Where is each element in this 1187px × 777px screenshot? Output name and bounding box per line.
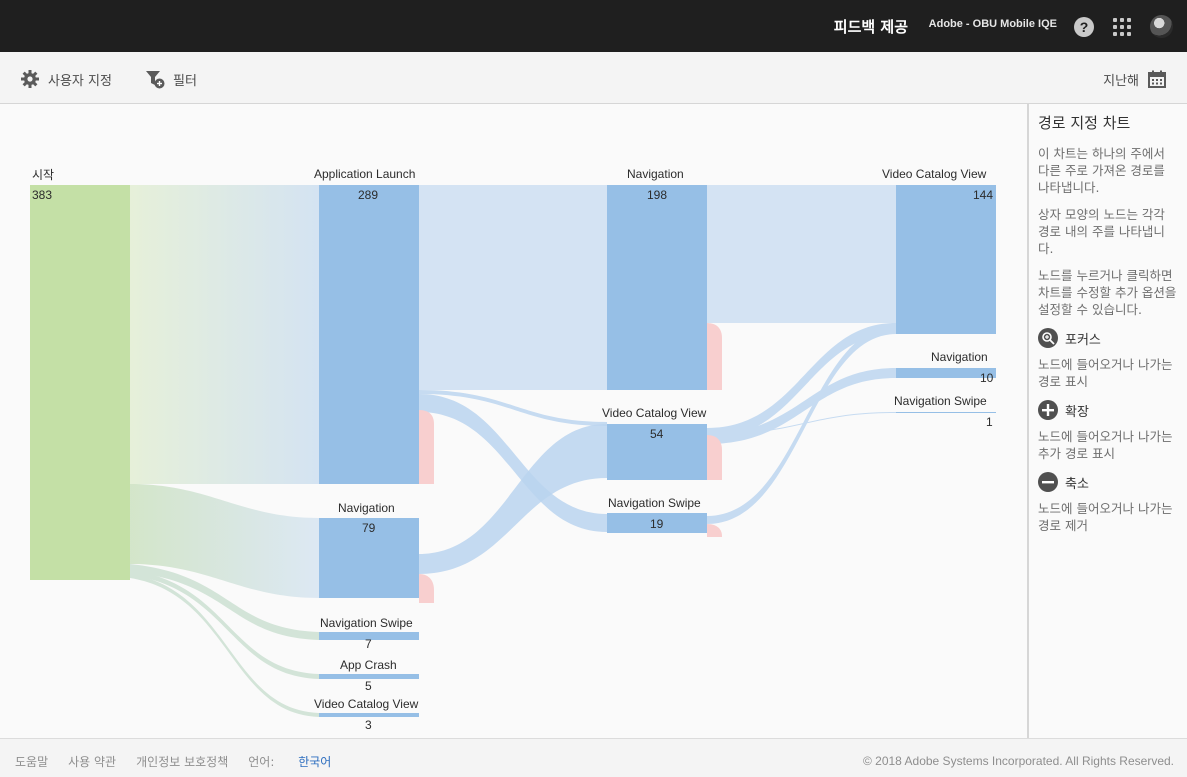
flow-navigation-video-catalog-view[interactable] bbox=[707, 185, 896, 323]
node-count-navigation-swipe-col2: 7 bbox=[365, 637, 372, 651]
help-link[interactable]: 도움말 bbox=[15, 753, 48, 770]
node-count-application-launch: 289 bbox=[358, 188, 379, 202]
zoom-icon bbox=[1038, 328, 1058, 348]
node-label-start: 시작 bbox=[32, 168, 55, 182]
node-count-navigation-swipe-col3: 19 bbox=[650, 517, 664, 531]
collapse-desc: 노드에 들어오거나 나가는 경로 제거 bbox=[1038, 501, 1173, 533]
exit-navigation-swipe-col3[interactable] bbox=[707, 524, 722, 537]
exit-app-launch[interactable] bbox=[419, 410, 434, 484]
terms-link[interactable]: 사용 약관 bbox=[68, 753, 116, 770]
info-panel: 경로 지정 차트 이 차트는 하나의 주에서 다른 주로 가져온 경로를 나타냅… bbox=[1027, 104, 1187, 738]
app-grid-icon[interactable] bbox=[1113, 18, 1131, 36]
filter-label: 필터 bbox=[173, 73, 197, 89]
flow-chart: 시작 383 Application Launch 289 Navigation… bbox=[0, 104, 1027, 738]
footer-links: 도움말 사용 약관 개인정보 보호정책 언어: 한국어 bbox=[15, 753, 371, 770]
focus-action: 포커스 bbox=[1038, 328, 1177, 348]
gear-icon bbox=[21, 70, 39, 88]
panel-title: 경로 지정 차트 bbox=[1038, 114, 1131, 132]
flow-app-launch-navigation[interactable] bbox=[419, 185, 607, 390]
feedback-link[interactable]: 피드백 제공 bbox=[834, 16, 908, 37]
node-label-video-catalog-col4: Video Catalog View bbox=[882, 167, 987, 181]
node-navigation-col3[interactable] bbox=[607, 185, 707, 390]
node-count-video-catalog-col2: 3 bbox=[365, 718, 372, 732]
filter-button[interactable]: 필터 bbox=[145, 69, 197, 89]
node-label-application-launch: Application Launch bbox=[314, 167, 416, 181]
exit-navigation-col2[interactable] bbox=[419, 574, 434, 603]
flow-navigation-video-catalog[interactable] bbox=[419, 424, 607, 574]
language-value[interactable]: 한국어 bbox=[298, 755, 331, 769]
user-avatar[interactable] bbox=[1150, 15, 1173, 38]
help-icon[interactable]: ? bbox=[1074, 17, 1094, 37]
panel-desc-3: 노드를 누르거나 클릭하면 차트를 수정할 추가 옵션을 설정할 수 있습니다. bbox=[1038, 268, 1177, 317]
node-video-catalog-col4[interactable] bbox=[896, 185, 996, 334]
org-switcher[interactable]: Adobe - OBU Mobile IQE bbox=[929, 18, 1057, 30]
minus-icon bbox=[1038, 472, 1058, 492]
expand-action: 확장 bbox=[1038, 400, 1177, 420]
node-navigation-swipe-col4[interactable] bbox=[896, 412, 996, 413]
top-header: 피드백 제공 Adobe - OBU Mobile IQE ? bbox=[0, 0, 1187, 52]
panel-desc-2: 상자 모양의 노드는 각각 경로 내의 주를 나타냅니다. bbox=[1038, 207, 1165, 256]
node-label-navigation-col3: Navigation bbox=[627, 167, 684, 181]
focus-desc: 노드에 들어오거나 나가는 경로 표시 bbox=[1038, 357, 1173, 389]
footer: 도움말 사용 약관 개인정보 보호정책 언어: 한국어 © 2018 Adobe… bbox=[0, 738, 1187, 777]
toolbar: 사용자 지정 필터 지난해 bbox=[0, 52, 1187, 104]
node-label-navigation-swipe-col3: Navigation Swipe bbox=[608, 496, 701, 510]
node-label-video-catalog-col2: Video Catalog View bbox=[314, 697, 419, 711]
node-label-app-crash: App Crash bbox=[340, 658, 397, 672]
node-count-video-catalog-col3: 54 bbox=[650, 427, 664, 441]
node-count-navigation-col3: 198 bbox=[647, 188, 668, 202]
flow-chart-svg bbox=[30, 185, 996, 717]
node-count-app-crash: 5 bbox=[365, 679, 372, 693]
exit-video-catalog-col3[interactable] bbox=[707, 435, 722, 480]
plus-icon bbox=[1038, 400, 1058, 420]
node-count-navigation-col2: 79 bbox=[362, 521, 376, 535]
node-label-navigation-swipe-col4: Navigation Swipe bbox=[894, 394, 987, 408]
node-count-video-catalog-col4: 144 bbox=[973, 188, 994, 202]
focus-label: 포커스 bbox=[1065, 332, 1101, 348]
node-video-catalog-col2[interactable] bbox=[319, 713, 419, 717]
collapse-label: 축소 bbox=[1065, 476, 1089, 492]
collapse-action: 축소 bbox=[1038, 472, 1177, 492]
flow-start-app-launch[interactable] bbox=[130, 185, 319, 484]
privacy-link[interactable]: 개인정보 보호정책 bbox=[136, 753, 228, 770]
expand-label: 확장 bbox=[1065, 404, 1089, 420]
node-count-navigation-swipe-col4: 1 bbox=[986, 415, 993, 429]
customize-button[interactable]: 사용자 지정 bbox=[20, 69, 112, 89]
calendar-icon bbox=[1148, 70, 1166, 88]
node-label-navigation-swipe-col2: Navigation Swipe bbox=[320, 616, 413, 630]
panel-desc-1: 이 차트는 하나의 주에서 다른 주로 가져온 경로를 나타냅니다. bbox=[1038, 146, 1165, 195]
date-range-button[interactable]: 지난해 bbox=[1103, 69, 1167, 89]
language-selector[interactable]: 언어: 한국어 bbox=[248, 753, 351, 770]
language-label: 언어: bbox=[248, 755, 275, 769]
node-start[interactable] bbox=[30, 185, 130, 580]
exit-navigation-col3[interactable] bbox=[707, 323, 722, 390]
customize-label: 사용자 지정 bbox=[48, 73, 112, 89]
node-count-start: 383 bbox=[32, 188, 53, 202]
expand-desc: 노드에 들어오거나 나가는 추가 경로 표시 bbox=[1038, 429, 1173, 461]
date-range-label: 지난해 bbox=[1103, 73, 1139, 89]
node-label-navigation-col2: Navigation bbox=[338, 501, 395, 515]
node-label-video-catalog-col3: Video Catalog View bbox=[602, 406, 707, 420]
node-application-launch[interactable] bbox=[319, 185, 419, 484]
node-count-navigation-col4: 10 bbox=[980, 371, 994, 385]
copyright: © 2018 Adobe Systems Incorporated. All R… bbox=[862, 754, 1174, 768]
node-label-navigation-col4: Navigation bbox=[931, 350, 988, 364]
filter-add-icon bbox=[146, 71, 165, 89]
